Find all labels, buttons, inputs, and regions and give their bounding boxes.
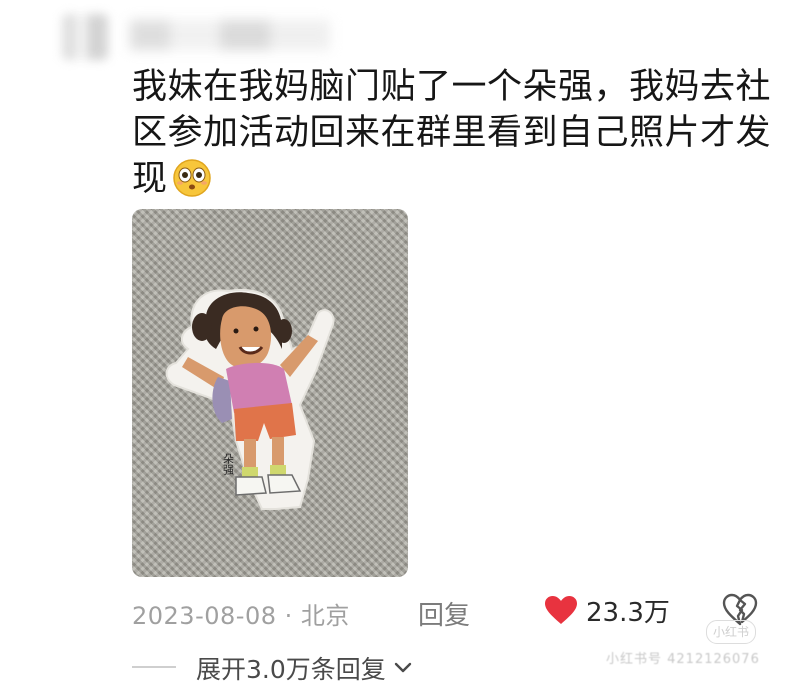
divider [132,666,176,668]
comment-line-1: 我妹在我妈脑门贴了一个朵强，我妈去社 [132,67,772,107]
watermark-text: 小红书号 4212126076 [606,652,760,667]
reply-button[interactable]: 回复 [418,595,470,632]
date-location: 2023-08-08 · 北京 [132,602,350,630]
comment-line-3-text: 现 [132,159,168,199]
comment-text: 我妹在我妈脑门贴了一个朵强，我妈去社 区参加活动回来在群里看到自己照片才发 现 [132,64,772,202]
expand-replies-label: 展开3.0万条回复 [196,655,386,684]
sticker-illustration: 朵强 [165,288,335,510]
avatar[interactable] [62,14,108,60]
dizzy-face-emoji-icon [172,159,211,197]
post-photo[interactable]: 朵强 [132,209,408,577]
sticker-label: 朵强 [222,453,235,476]
like-button[interactable]: 23.3万 [544,592,670,628]
comment-line-2: 区参加活动回来在群里看到自己照片才发 [132,113,772,153]
chevron-down-icon [394,662,411,673]
comment-meta: 2023-08-08 · 北京 回复 23.3万 [132,590,772,632]
like-count: 23.3万 [586,597,670,628]
expand-replies-button[interactable]: 展开3.0万条回复 [196,650,412,686]
watermark-logo: 小红书 [706,620,756,644]
comment-line-3: 现 [132,156,772,202]
heart-icon [545,596,577,624]
username[interactable] [130,20,330,50]
